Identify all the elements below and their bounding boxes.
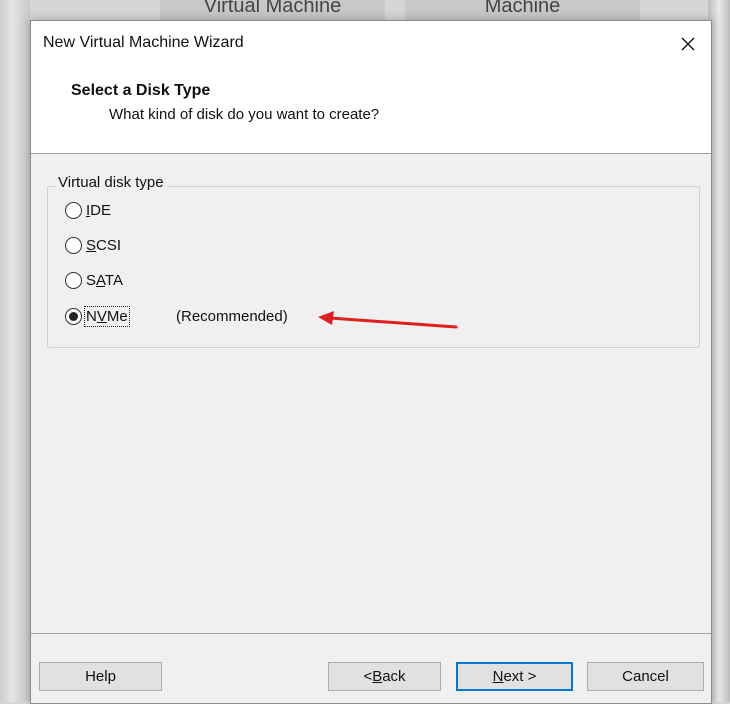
next-button-accesskey: N (492, 668, 504, 685)
radio-label-scsi: SCSI (86, 237, 122, 254)
radio-label-ide: IDE (86, 202, 112, 219)
page-title: Select a Disk Type (71, 82, 211, 99)
next-button[interactable]: Next > (456, 662, 573, 691)
recommended-note: (Recommended) (176, 308, 288, 325)
back-button-label: ack (382, 668, 406, 685)
radio-label-nvme: NVMe (84, 306, 130, 327)
radio-nvme[interactable]: NVMe (65, 306, 130, 327)
help-button[interactable]: Help (39, 662, 162, 691)
radio-sata[interactable]: SATA (65, 272, 123, 289)
back-button[interactable]: < Back (328, 662, 441, 691)
new-vm-wizard-dialog: New Virtual Machine Wizard Select a Disk… (30, 20, 712, 704)
radio-ide[interactable]: IDE (65, 202, 111, 219)
radio-button-scsi[interactable] (65, 237, 82, 254)
back-button-accesskey: B (372, 668, 383, 685)
close-button[interactable] (665, 21, 711, 67)
groupbox-legend: Virtual disk type (55, 174, 167, 191)
radio-button-sata[interactable] (65, 272, 82, 289)
red-arrow-annotation (318, 311, 458, 329)
back-button-prefix: < (363, 668, 373, 685)
close-icon (681, 37, 695, 51)
cancel-button[interactable]: Cancel (587, 662, 704, 691)
radio-button-nvme[interactable] (65, 308, 82, 325)
next-button-label: ext > (503, 668, 537, 685)
window-title: New Virtual Machine Wizard (43, 34, 244, 51)
radio-label-sata: SATA (86, 272, 123, 289)
title-bar: New Virtual Machine Wizard (31, 21, 711, 67)
footer-separator (31, 633, 711, 634)
page-subtitle: What kind of disk do you want to create? (109, 106, 380, 123)
background-window-edge (0, 0, 30, 702)
radio-scsi[interactable]: SCSI (65, 237, 121, 254)
radio-button-ide[interactable] (65, 202, 82, 219)
wizard-header: Select a Disk Type What kind of disk do … (31, 67, 711, 154)
